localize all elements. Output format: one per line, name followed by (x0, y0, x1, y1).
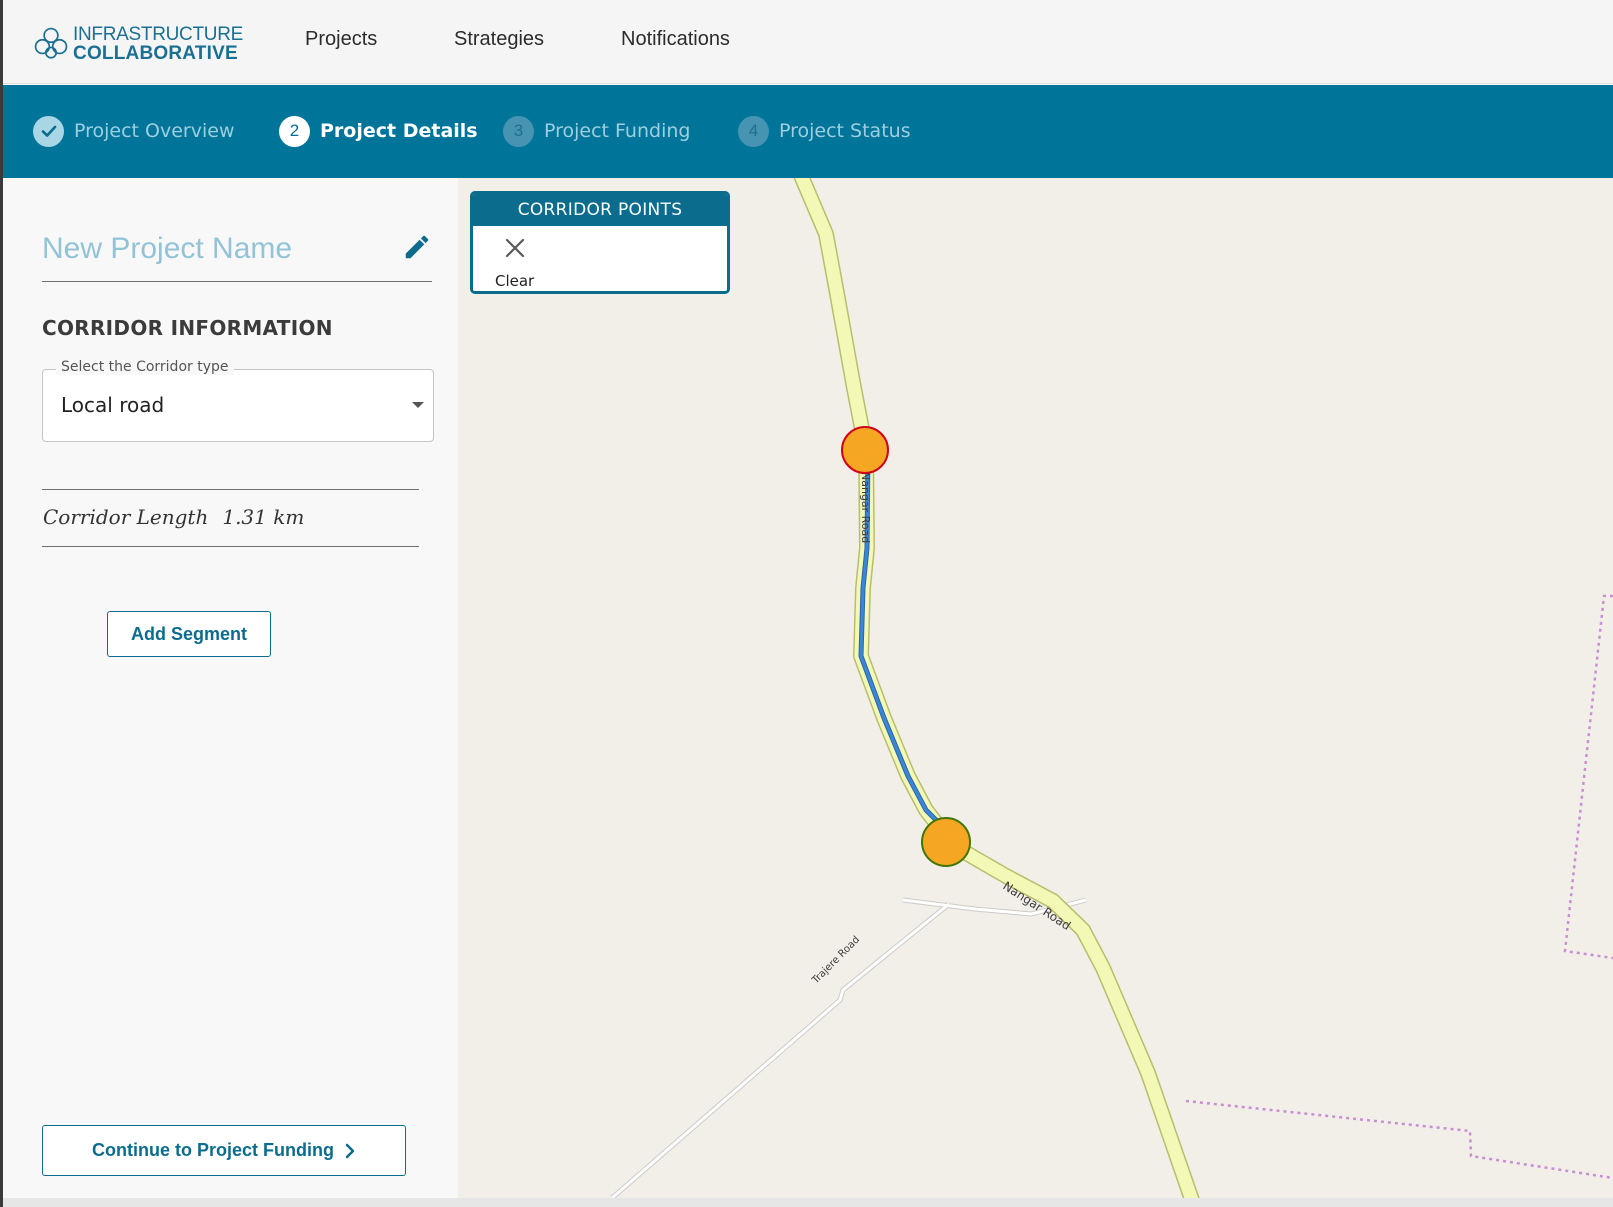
section-title: CORRIDOR INFORMATION (42, 316, 333, 340)
corridor-type-legend: Select the Corridor type (56, 359, 234, 375)
corridor-type-select[interactable]: Select the Corridor type Local road (42, 359, 434, 442)
step-project-funding[interactable]: 3 Project Funding (503, 115, 690, 147)
step-label: Project Details (320, 120, 478, 142)
bottom-edge (3, 1198, 1613, 1207)
clear-points-button[interactable]: Clear (485, 232, 545, 290)
chevron-right-icon (345, 1143, 355, 1158)
divider (42, 489, 419, 490)
corridor-length-value: 1.31 km (222, 505, 305, 529)
dropdown-arrow-icon (412, 402, 424, 408)
step-number-badge: 2 (279, 115, 310, 147)
project-name-placeholder: New Project Name (42, 232, 293, 265)
corridor-length-label: Corridor Length (43, 505, 209, 529)
brand-logo[interactable]: INFRASTRUCTURE COLLABORATIVE (33, 22, 243, 66)
check-icon (41, 125, 56, 137)
nav-strategies[interactable]: Strategies (454, 28, 544, 51)
step-project-details[interactable]: 2 Project Details (279, 115, 478, 147)
main-road (795, 178, 1199, 1198)
close-icon (505, 238, 525, 258)
corridor-start-marker[interactable] (841, 426, 889, 474)
step-number-badge: 4 (738, 115, 769, 147)
boundary-line (1185, 1099, 1613, 1180)
step-label: Project Status (779, 120, 911, 142)
top-navigation: INFRASTRUCTURE COLLABORATIVE Projects St… (3, 0, 1613, 84)
step-project-overview[interactable]: Project Overview (33, 115, 235, 147)
project-stepper: Project Overview 2 Project Details 3 Pro… (3, 85, 1613, 178)
corridor-end-marker[interactable] (921, 817, 971, 867)
brand-name-line2: COLLABORATIVE (73, 43, 238, 64)
brand-name-line1: INFRASTRUCTURE (73, 24, 243, 45)
continue-to-funding-button[interactable]: Continue to Project Funding (42, 1125, 406, 1176)
step-number-badge: 3 (503, 115, 534, 147)
road-label: Nangar Road (859, 472, 872, 543)
divider (42, 546, 419, 547)
step-label: Project Overview (74, 120, 235, 142)
corridor-length: Corridor Length 1.31 km (43, 505, 304, 529)
pencil-icon[interactable] (402, 232, 432, 262)
add-segment-button[interactable]: Add Segment (107, 611, 271, 657)
step-label: Project Funding (544, 120, 691, 142)
brand-logo-icon (34, 27, 68, 59)
boundary-line (1563, 594, 1613, 960)
step-project-status[interactable]: 4 Project Status (738, 115, 911, 147)
corridor-points-title: CORRIDOR POINTS (473, 194, 727, 226)
nav-notifications[interactable]: Notifications (621, 28, 730, 51)
map-view[interactable]: Nangar Road Nangar Road Trajere Road COR… (458, 178, 1613, 1198)
project-details-sidebar: New Project Name CORRIDOR INFORMATION Se… (3, 178, 458, 1198)
continue-button-label: Continue to Project Funding (92, 1140, 334, 1160)
corridor-points-panel: CORRIDOR POINTS Clear (470, 191, 730, 294)
nav-projects[interactable]: Projects (305, 28, 377, 51)
project-name-field[interactable]: New Project Name (42, 232, 432, 282)
app-frame: INFRASTRUCTURE COLLABORATIVE Projects St… (0, 0, 1613, 1207)
window-edge (0, 0, 3, 1207)
step-complete-badge (33, 115, 64, 147)
map-canvas: Nangar Road Nangar Road Trajere Road (610, 178, 1613, 1198)
clear-points-label: Clear (495, 272, 535, 290)
corridor-type-value: Local road (61, 393, 165, 417)
